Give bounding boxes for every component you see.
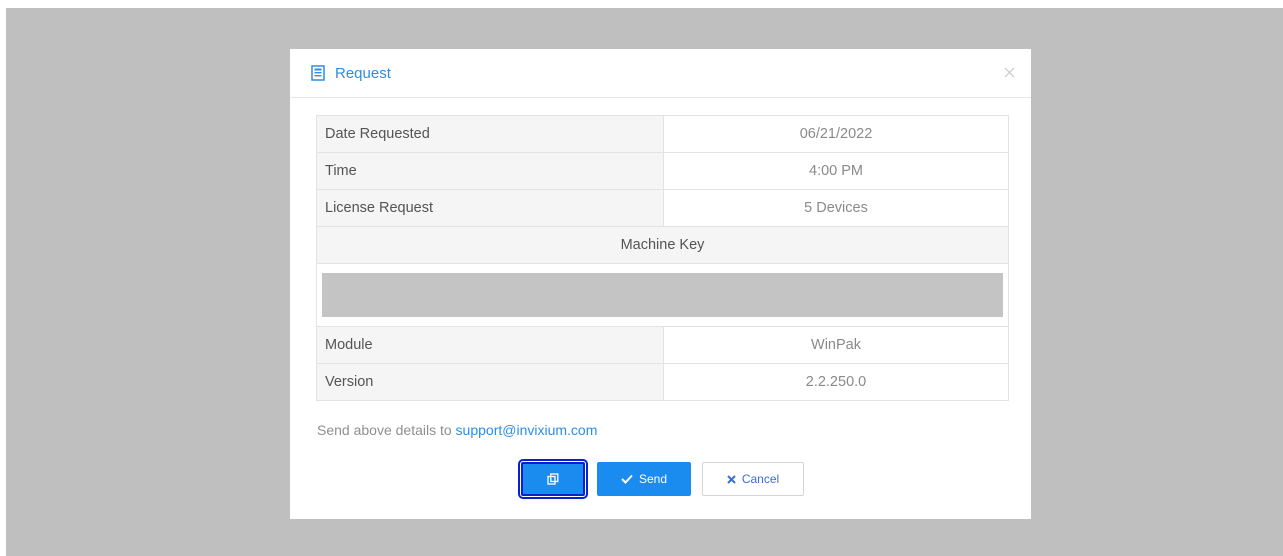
request-dialog: Request Date Requested 06/21/2022 Time 4…	[290, 49, 1031, 519]
table-row: Time 4:00 PM	[316, 152, 1009, 190]
row-label: Version	[316, 363, 664, 401]
close-icon[interactable]	[1003, 66, 1015, 78]
cancel-label: Cancel	[741, 472, 780, 486]
row-value: WinPak	[663, 326, 1009, 364]
dialog-header: Request	[290, 49, 1031, 98]
row-label: Date Requested	[316, 115, 664, 153]
table-row	[316, 263, 1009, 327]
row-value: 4:00 PM	[663, 152, 1009, 190]
check-icon	[621, 474, 633, 484]
row-value: 5 Devices	[663, 189, 1009, 227]
send-instructions: Send above details to support@invixium.c…	[317, 422, 597, 438]
table-row: Module WinPak	[316, 326, 1009, 364]
document-icon	[311, 65, 325, 81]
row-value: 06/21/2022	[663, 115, 1009, 153]
table-row: License Request 5 Devices	[316, 189, 1009, 227]
x-icon	[727, 474, 736, 484]
send-label: Send	[638, 472, 668, 486]
copy-button[interactable]	[518, 459, 588, 499]
cancel-button[interactable]: Cancel	[702, 462, 804, 496]
table-row: Date Requested 06/21/2022	[316, 115, 1009, 153]
send-instructions-text: Send above details to	[317, 422, 456, 438]
machine-key-field[interactable]	[322, 273, 1003, 317]
request-details-table: Date Requested 06/21/2022 Time 4:00 PM L…	[316, 115, 1009, 401]
send-button[interactable]: Send	[597, 462, 691, 496]
row-label: Time	[316, 152, 664, 190]
copy-icon	[547, 473, 559, 485]
table-row: Version 2.2.250.0	[316, 363, 1009, 401]
row-label: License Request	[316, 189, 664, 227]
table-row: Machine Key	[316, 226, 1009, 264]
dialog-title: Request	[335, 64, 391, 82]
row-value: 2.2.250.0	[663, 363, 1009, 401]
support-email-link[interactable]: support@invixium.com	[456, 422, 598, 438]
row-label: Module	[316, 326, 664, 364]
machine-key-label: Machine Key	[316, 226, 1009, 264]
